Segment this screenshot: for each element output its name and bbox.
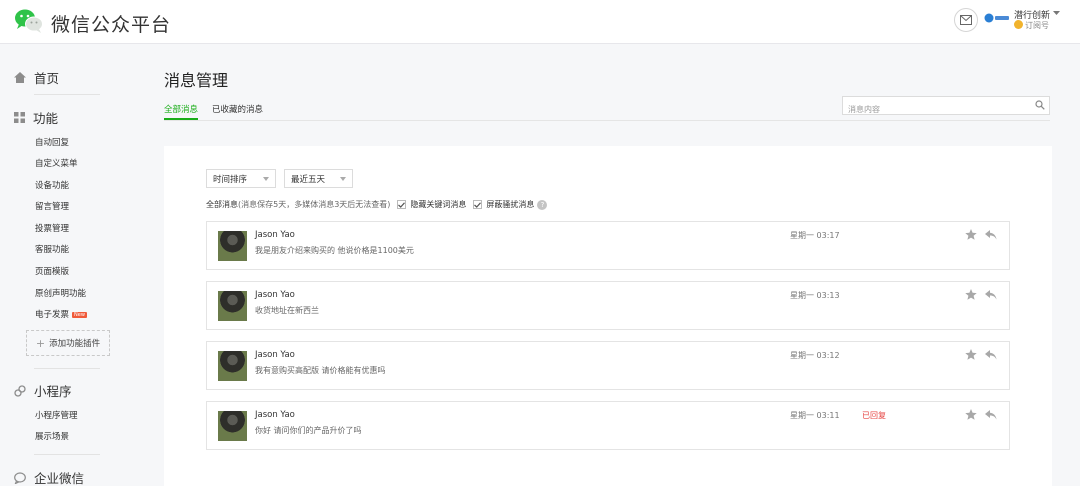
sidebar-invoice-label: 电子发票 [35, 310, 70, 320]
sidebar-home-label: 首页 [34, 71, 60, 86]
help-icon[interactable]: ? [537, 199, 548, 210]
page-title: 消息管理 [164, 71, 229, 90]
user-avatar[interactable] [218, 351, 247, 381]
reply-icon[interactable] [985, 350, 997, 360]
sidebar-item-original[interactable]: 原创声明功能 [35, 287, 86, 299]
wechat-logo-icon[interactable] [14, 8, 44, 34]
tab-starred-messages[interactable]: 已收藏的消息 [212, 103, 263, 115]
link-icon [14, 384, 26, 397]
message-content: 我有意购买高配版 请价格能有优惠吗 [255, 366, 386, 375]
message-content: 你好 请问你们的产品升价了吗 [255, 426, 362, 435]
search-box [842, 96, 1050, 118]
star-icon[interactable] [965, 289, 977, 300]
sidebar-item-home[interactable]: 首页 [14, 68, 59, 87]
new-badge: New [72, 312, 87, 318]
sidebar-section-miniprogram: 小程序 [14, 381, 72, 400]
sender-name[interactable]: Jason Yao [255, 290, 295, 300]
tab-all-messages[interactable]: 全部消息 [164, 103, 198, 115]
sidebar-item-display-scene[interactable]: 展示场景 [35, 430, 69, 442]
sidebar-functions-title: 功能 [33, 111, 59, 126]
reply-icon[interactable] [985, 230, 997, 240]
sidebar-section-enterprise[interactable]: 企业微信 [14, 468, 84, 486]
block-spam-checkbox[interactable]: 屏蔽骚扰消息 [473, 199, 534, 210]
message-time: 星期一 03:13 [790, 291, 840, 300]
top-header: 微信公众平台 潜行创新 订阅号 [0, 0, 1080, 44]
add-plugin-button[interactable]: + 添加功能插件 [26, 330, 110, 356]
user-avatar[interactable] [218, 411, 247, 441]
sidebar-item-page-template[interactable]: 页面模版 [35, 265, 69, 277]
chevron-down-icon [263, 177, 269, 181]
message-item[interactable]: Jason Yao 你好 请问你们的产品升价了吗 星期一 03:11 已回复 [206, 401, 1010, 450]
sidebar-item-miniprogram-manage[interactable]: 小程序管理 [35, 409, 78, 421]
message-item[interactable]: Jason Yao 收货地址在新西兰 星期一 03:13 [206, 281, 1010, 330]
user-avatar[interactable] [218, 231, 247, 261]
sort-select[interactable]: 时间排序 [206, 169, 276, 188]
star-icon[interactable] [965, 229, 977, 240]
sidebar-item-device[interactable]: 设备功能 [35, 179, 69, 191]
hide-keyword-label: 隐藏关键词消息 [410, 200, 467, 209]
message-content: 我是朋友介绍来购买的 他说价格是1100美元 [255, 246, 414, 255]
divider [164, 120, 1050, 121]
add-plugin-label: 添加功能插件 [49, 339, 101, 349]
reply-icon[interactable] [985, 410, 997, 420]
checkbox-checked-icon [397, 200, 407, 209]
search-input[interactable] [843, 101, 1023, 118]
block-spam-label: 屏蔽骚扰消息 [486, 200, 535, 209]
message-time: 星期一 03:11 [790, 411, 840, 420]
sender-name[interactable]: Jason Yao [255, 350, 295, 360]
plus-icon: + [35, 336, 46, 350]
message-time: 星期一 03:12 [790, 351, 840, 360]
sidebar-item-invoice[interactable]: 电子发票 New [35, 308, 87, 320]
account-type: 订阅号 [1025, 21, 1049, 30]
divider [34, 94, 100, 95]
divider [34, 454, 100, 455]
star-icon[interactable] [965, 349, 977, 360]
verified-badge-icon [1014, 20, 1023, 29]
divider [34, 368, 100, 369]
message-time: 星期一 03:17 [790, 231, 840, 240]
envelope-icon [960, 15, 972, 25]
sidebar-section-functions: 功能 [14, 108, 58, 127]
filter-bar: 全部消息 (消息保存5天，多媒体消息3天后无法查看) 隐藏关键词消息 屏蔽骚扰消… [206, 199, 548, 210]
chevron-down-icon[interactable] [1053, 11, 1060, 16]
filter-label: 全部消息 [206, 200, 238, 209]
sidebar: 首页 功能 自动回复 自定义菜单 设备功能 留言管理 投票管理 客服功能 页面模… [0, 44, 130, 486]
date-range-value: 最近五天 [291, 174, 326, 185]
message-item[interactable]: Jason Yao 我有意购买高配版 请价格能有优惠吗 星期一 03:12 [206, 341, 1010, 390]
sort-select-value: 时间排序 [213, 174, 248, 185]
account-avatar[interactable] [984, 12, 1010, 24]
mail-button[interactable] [954, 8, 978, 32]
message-item[interactable]: Jason Yao 我是朋友介绍来购买的 他说价格是1100美元 星期一 03:… [206, 221, 1010, 270]
sidebar-enterprise-title: 企业微信 [34, 471, 85, 486]
sender-name[interactable]: Jason Yao [255, 230, 295, 240]
retention-note: (消息保存5天，多媒体消息3天后无法查看) [238, 200, 391, 209]
home-icon [14, 72, 26, 83]
chat-bubble-icon [14, 471, 26, 484]
sidebar-item-customer-service[interactable]: 客服功能 [35, 243, 69, 255]
hide-keyword-checkbox[interactable]: 隐藏关键词消息 [397, 199, 466, 210]
sidebar-item-auto-reply[interactable]: 自动回复 [35, 136, 69, 148]
message-content: 收货地址在新西兰 [255, 306, 319, 315]
reply-status: 已回复 [862, 411, 886, 420]
user-avatar[interactable] [218, 291, 247, 321]
chevron-down-icon [340, 177, 346, 181]
search-icon[interactable] [1035, 100, 1045, 110]
sidebar-item-comments[interactable]: 留言管理 [35, 200, 69, 212]
reply-icon[interactable] [985, 290, 997, 300]
checkbox-checked-icon [473, 200, 483, 209]
sender-name[interactable]: Jason Yao [255, 410, 295, 420]
sidebar-miniprogram-title: 小程序 [34, 384, 72, 399]
platform-title[interactable]: 微信公众平台 [51, 10, 171, 37]
grid-icon [14, 112, 25, 123]
sidebar-item-custom-menu[interactable]: 自定义菜单 [35, 157, 78, 169]
sidebar-item-voting[interactable]: 投票管理 [35, 222, 69, 234]
date-range-select[interactable]: 最近五天 [284, 169, 353, 188]
star-icon[interactable] [965, 409, 977, 420]
